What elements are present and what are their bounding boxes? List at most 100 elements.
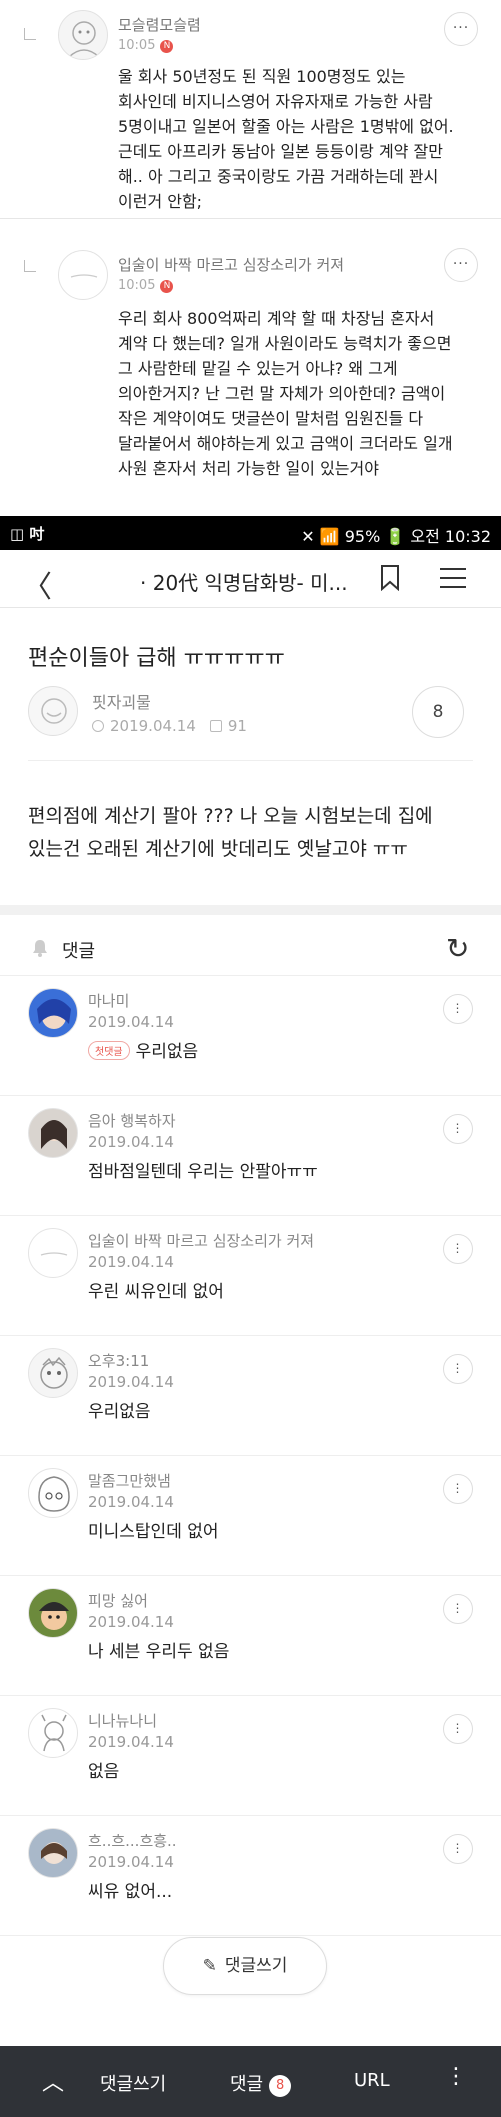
reply-item: 모슬렴모슬렴 10:05 N 울 회사 50년정도 된 직원 100명정도 있는 … xyxy=(0,0,501,211)
comment-author[interactable]: 마나미 xyxy=(88,990,129,1011)
comment-author[interactable]: 피망 싫어 xyxy=(88,1590,148,1611)
write-comment-button[interactable]: ✎ 댓글쓰기 xyxy=(163,1937,327,1995)
status-left-icons: ◫ 吋 xyxy=(10,525,45,543)
pencil-icon: ✎ xyxy=(202,1956,217,1976)
reply-item: 입술이 바짝 마르고 심장소리가 커져 10:05 N 우리 회사 800억짜리 … xyxy=(0,220,501,510)
comment-text: 나 세븐 우리두 없음 xyxy=(88,1642,230,1662)
url-button[interactable]: URL xyxy=(354,2070,390,2091)
comment-author[interactable]: 오후3:11 xyxy=(88,1350,149,1371)
board-title[interactable]: · 20代 익명담화방- 미... xyxy=(140,567,360,596)
clock-icon xyxy=(92,720,104,732)
menu-icon[interactable] xyxy=(440,567,466,589)
avatar[interactable] xyxy=(58,10,108,60)
comment-count-badge: 8 xyxy=(269,2075,292,2097)
post-body: 편의점에 계산기 팔아 ??? 나 오늘 시험보는데 집에 있는건 오래된 계산… xyxy=(28,805,433,860)
reply-author[interactable]: 입술이 바짝 마르고 심장소리가 커져 xyxy=(118,254,344,275)
comment-author[interactable]: 입술이 바짝 마르고 심장소리가 커져 xyxy=(88,1230,314,1251)
more-vertical-icon[interactable]: ⋮ xyxy=(445,2064,467,2089)
more-options-button[interactable]: ⋮ xyxy=(443,1594,473,1624)
reply-time-text: 10:05 xyxy=(118,278,156,293)
comment-author[interactable]: 흐..흐...흐흥.. xyxy=(88,1830,177,1851)
comment-item: 마나미 2019.04.14 첫댓글 우리없음 ⋮ xyxy=(0,976,501,1096)
avatar[interactable] xyxy=(28,1828,78,1878)
more-options-button[interactable]: ⋮ xyxy=(443,1114,473,1144)
comment-count-button[interactable]: 8 xyxy=(412,686,464,738)
more-options-button[interactable]: ⋮ xyxy=(443,994,473,1024)
avatar[interactable] xyxy=(28,1348,78,1398)
author-avatar[interactable] xyxy=(28,686,78,736)
avatar[interactable] xyxy=(58,250,108,300)
comment-date: 2019.04.14 xyxy=(88,1613,174,1631)
comment-date: 2019.04.14 xyxy=(88,1133,174,1151)
comment-text-content: 우리없음 xyxy=(135,1042,199,1062)
status-right-info: ✕ 📶 95% 🔋 오전 10:32 xyxy=(301,527,491,546)
comments-label: 댓글 xyxy=(62,941,96,962)
reply-time: 10:05 N xyxy=(118,278,174,293)
divider xyxy=(28,760,473,761)
post-title: 편순이들아 급해 ㅠㅠㅠㅠㅠ xyxy=(28,646,285,671)
refresh-icon[interactable]: ↻ xyxy=(446,932,469,965)
comment-author[interactable]: 니나뉴나니 xyxy=(88,1710,157,1731)
reply-time: 10:05 N xyxy=(118,38,174,53)
bottom-comments-label: 댓글 xyxy=(230,2074,264,2095)
reply-indent-icon xyxy=(24,260,36,272)
more-options-button[interactable]: ⋮ xyxy=(443,1354,473,1384)
status-bar: ◫ 吋 ✕ 📶 95% 🔋 오전 10:32 xyxy=(0,516,501,550)
scroll-up-icon[interactable]: ︿ xyxy=(42,2065,64,2097)
comments-header: 댓글 ↻ xyxy=(0,928,501,972)
avatar[interactable] xyxy=(28,1588,78,1638)
more-options-button[interactable]: ⋮ xyxy=(443,1834,473,1864)
more-options-button[interactable]: ⋮ xyxy=(443,1714,473,1744)
comment-item: 흐..흐...흐흥.. 2019.04.14 씨유 없어... ⋮ xyxy=(0,1816,501,1936)
more-options-button[interactable]: ··· xyxy=(444,12,478,46)
comment-item: 피망 싫어 2019.04.14 나 세븐 우리두 없음 ⋮ xyxy=(0,1576,501,1696)
comment-date: 2019.04.14 xyxy=(88,1013,174,1031)
bottom-comments-button[interactable]: 댓글 8 xyxy=(230,2070,292,2097)
comment-text: 우린 씨유인데 없어 xyxy=(88,1282,224,1302)
avatar[interactable] xyxy=(28,988,78,1038)
comment-item: 니나뉴나니 2019.04.14 없음 ⋮ xyxy=(0,1696,501,1816)
comment-text: 첫댓글 우리없음 xyxy=(88,1037,198,1062)
comment-text: 점바점일텐데 우리는 안팔아ㅠㅠ xyxy=(88,1162,318,1182)
comment-author[interactable]: 말좀그만했냄 xyxy=(88,1470,171,1491)
reply-time-text: 10:05 xyxy=(118,38,156,53)
reply-indent-icon xyxy=(24,28,36,40)
back-icon[interactable]: 〈 xyxy=(22,562,52,606)
avatar[interactable] xyxy=(28,1108,78,1158)
reply-author[interactable]: 모슬렴모슬렴 xyxy=(118,14,201,35)
new-badge: N xyxy=(160,280,174,293)
comment-item: 말좀그만했냄 2019.04.14 미니스탑인데 없어 ⋮ xyxy=(0,1456,501,1576)
post-views: 91 xyxy=(227,717,247,735)
more-options-button[interactable]: ⋮ xyxy=(443,1474,473,1504)
divider xyxy=(0,218,501,219)
more-options-button[interactable]: ··· xyxy=(444,248,478,282)
comment-date: 2019.04.14 xyxy=(88,1253,174,1271)
comment-date: 2019.04.14 xyxy=(88,1373,174,1391)
comment-text: 씨유 없어... xyxy=(88,1882,173,1902)
avatar[interactable] xyxy=(28,1468,78,1518)
comment-author[interactable]: 음아 행복하자 xyxy=(88,1110,176,1131)
comment-item: 음아 행복하자 2019.04.14 점바점일텐데 우리는 안팔아ㅠㅠ ⋮ xyxy=(0,1096,501,1216)
divider xyxy=(0,1935,501,1936)
first-comment-badge: 첫댓글 xyxy=(88,1041,130,1060)
comment-text: 우리없음 xyxy=(88,1402,151,1422)
bottom-write-comment-button[interactable]: 댓글쓰기 xyxy=(100,2070,166,2096)
comment-item: 오후3:11 2019.04.14 우리없음 ⋮ xyxy=(0,1336,501,1456)
comment-item: 입술이 바짝 마르고 심장소리가 커져 2019.04.14 우린 씨유인데 없… xyxy=(0,1216,501,1336)
post-author[interactable]: 핏자괴물 xyxy=(92,689,151,713)
reply-text: 울 회사 50년정도 된 직원 100명정도 있는 회사인데 비지니스영어 자유… xyxy=(118,67,454,211)
comment-text: 미니스탑인데 없어 xyxy=(88,1522,219,1542)
nav-bar: 〈 · 20代 익명담화방- 미... xyxy=(0,550,501,608)
view-icon xyxy=(209,720,222,732)
bookmark-icon[interactable] xyxy=(380,565,400,591)
avatar[interactable] xyxy=(28,1228,78,1278)
post-date: 2019.04.14 xyxy=(110,717,196,735)
more-options-button[interactable]: ⋮ xyxy=(443,1234,473,1264)
comment-date: 2019.04.14 xyxy=(88,1733,174,1751)
bottom-toolbar: ︿ 댓글쓰기 댓글 8 URL ⋮ xyxy=(0,2046,501,2117)
avatar[interactable] xyxy=(28,1708,78,1758)
bell-icon[interactable] xyxy=(30,938,50,958)
comment-date: 2019.04.14 xyxy=(88,1853,174,1871)
reply-text: 우리 회사 800억짜리 계약 할 때 차장님 혼자서 계약 다 했는데? 일개… xyxy=(118,309,453,478)
comment-text: 없음 xyxy=(88,1762,120,1782)
